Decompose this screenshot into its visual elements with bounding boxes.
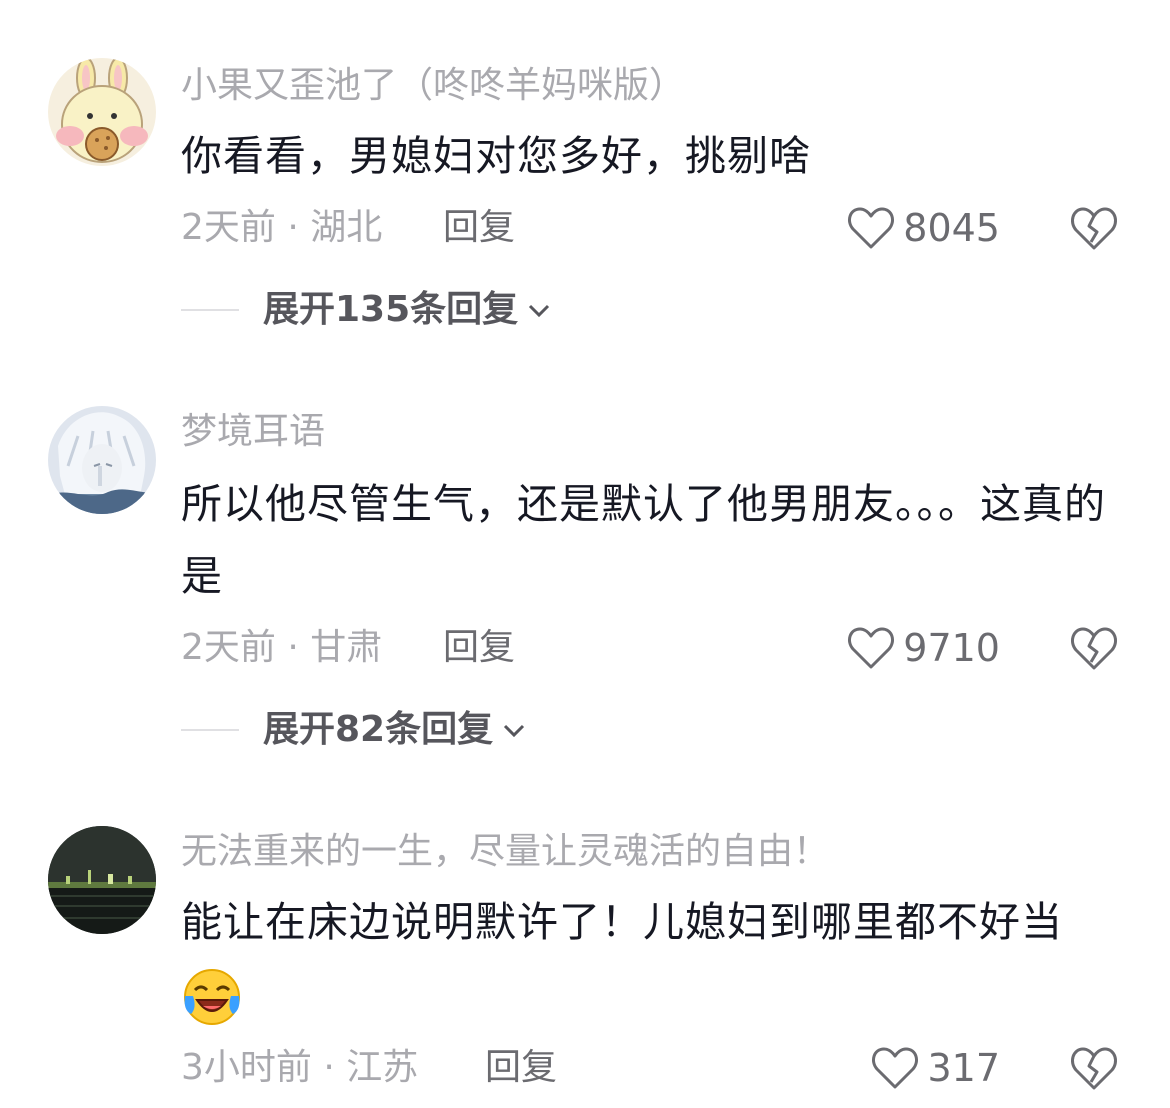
reply-button[interactable]: 回复 [443,210,515,246]
time-location: 2天前 · 甘肃 [181,627,383,668]
like-button[interactable]: 8045 [847,206,1000,250]
reply-button[interactable]: 回复 [443,630,515,666]
avatar[interactable] [48,826,156,934]
broken-heart-icon[interactable] [1070,626,1118,672]
comment-text-content: 能让在床边说明默许了！儿媳妇到哪里都不好当 [181,898,1063,946]
username[interactable]: 小果又歪池了（咚咚羊妈咪版） [181,68,685,104]
username[interactable]: 无法重来的一生，尽量让灵魂活的自由！ [181,834,829,870]
time-location: 3小时前 · 江苏 [181,1047,419,1088]
like-button[interactable]: 9710 [847,626,1000,670]
like-count: 9710 [903,626,1000,670]
like-count: 317 [927,1046,1000,1090]
reply-button[interactable]: 回复 [485,1050,557,1086]
cartoon-bunny-avatar-icon [48,58,156,166]
divider-line [181,729,239,731]
expand-replies-button[interactable]: 展开82条回复 [181,712,527,748]
heart-icon [872,1047,919,1089]
time-location: 2天前 · 湖北 [181,207,383,248]
username[interactable]: 梦境耳语 [181,414,325,450]
divider-line [181,309,239,311]
chevron-down-icon [504,724,525,738]
comment-text: 你看看，男媳妇对您多好，挑剔啥 [181,132,811,180]
broken-heart-icon[interactable] [1070,1046,1118,1092]
expand-replies-label: 展开135条回复 [263,289,519,330]
avatar[interactable] [48,406,156,514]
expand-replies-label: 展开82条回复 [263,709,494,750]
anime-character-avatar-icon [48,406,156,514]
heart-icon [848,207,895,249]
comment-text: 能让在床边说明默许了！儿媳妇到哪里都不好当 [181,886,1121,1030]
avatar[interactable] [48,58,156,166]
broken-heart-icon[interactable] [1070,206,1118,252]
chevron-down-icon [529,304,550,318]
comment-text: 所以他尽管生气，还是默认了他男朋友。。。这真的是 [181,480,1106,600]
laughing-crying-emoji-icon [184,969,240,1025]
heart-icon [848,627,895,669]
expand-replies-button[interactable]: 展开135条回复 [181,292,552,328]
night-cityscape-avatar-icon [48,826,156,934]
like-count: 8045 [903,206,1000,250]
like-button[interactable]: 317 [871,1046,1000,1090]
